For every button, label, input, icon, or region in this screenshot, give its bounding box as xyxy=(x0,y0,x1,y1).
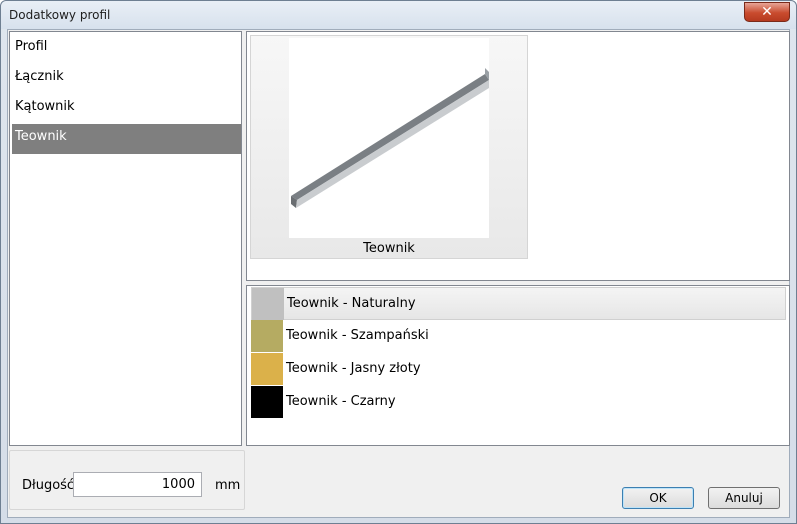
variant-item-naturalny[interactable]: Teownik - Naturalny xyxy=(251,287,786,320)
dialog-window: Dodatkowy profil ✕ Profil Łącznik Kątown… xyxy=(0,0,797,524)
profile-list: Profil Łącznik Kątownik Teownik xyxy=(9,31,242,446)
color-variant-list: Teownik - Naturalny Teownik - Szampański… xyxy=(246,285,790,446)
preview-label: Teownik xyxy=(363,241,415,256)
variant-label: Teownik - Szampański xyxy=(286,328,429,343)
t-profile-bar-icon xyxy=(291,68,489,208)
length-unit-label: mm xyxy=(215,478,241,493)
title-bar[interactable]: Dodatkowy profil ✕ xyxy=(1,1,796,29)
color-swatch xyxy=(251,353,283,385)
list-item-label: Łącznik xyxy=(15,69,64,84)
variant-item-szampanski[interactable]: Teownik - Szampański xyxy=(251,320,786,353)
list-item-label: Teownik xyxy=(15,129,67,144)
length-label: Długość xyxy=(22,478,75,493)
profile-preview-tile[interactable]: Teownik xyxy=(250,35,528,259)
variant-label: Teownik - Czarny xyxy=(286,394,396,409)
color-swatch xyxy=(251,386,283,418)
profile-list-item-teownik[interactable]: Teownik xyxy=(12,124,241,154)
color-swatch xyxy=(251,320,283,352)
profile-list-item-profil[interactable]: Profil xyxy=(12,34,241,64)
list-item-label: Profil xyxy=(15,39,48,54)
length-input[interactable] xyxy=(73,472,202,497)
profile-preview-image xyxy=(289,38,489,238)
ok-button[interactable]: OK xyxy=(622,487,694,509)
close-button[interactable]: ✕ xyxy=(744,2,790,22)
variant-label: Teownik - Jasny złoty xyxy=(286,361,421,376)
cancel-button[interactable]: Anuluj xyxy=(708,487,780,509)
dialog-body: Profil Łącznik Kątownik Teownik Teownik … xyxy=(7,29,790,518)
variant-label: Teownik - Naturalny xyxy=(287,296,416,311)
close-icon: ✕ xyxy=(761,4,773,20)
profile-list-item-lacznik[interactable]: Łącznik xyxy=(12,64,241,94)
length-group: Długość mm xyxy=(9,450,245,510)
list-item-label: Kątownik xyxy=(15,99,75,114)
color-swatch xyxy=(252,288,284,320)
variant-item-czarny[interactable]: Teownik - Czarny xyxy=(251,386,786,419)
variant-item-jasny-zloty[interactable]: Teownik - Jasny złoty xyxy=(251,353,786,386)
preview-panel: Teownik xyxy=(246,31,790,281)
window-title: Dodatkowy profil xyxy=(9,8,111,22)
profile-list-item-katownik[interactable]: Kątownik xyxy=(12,94,241,124)
